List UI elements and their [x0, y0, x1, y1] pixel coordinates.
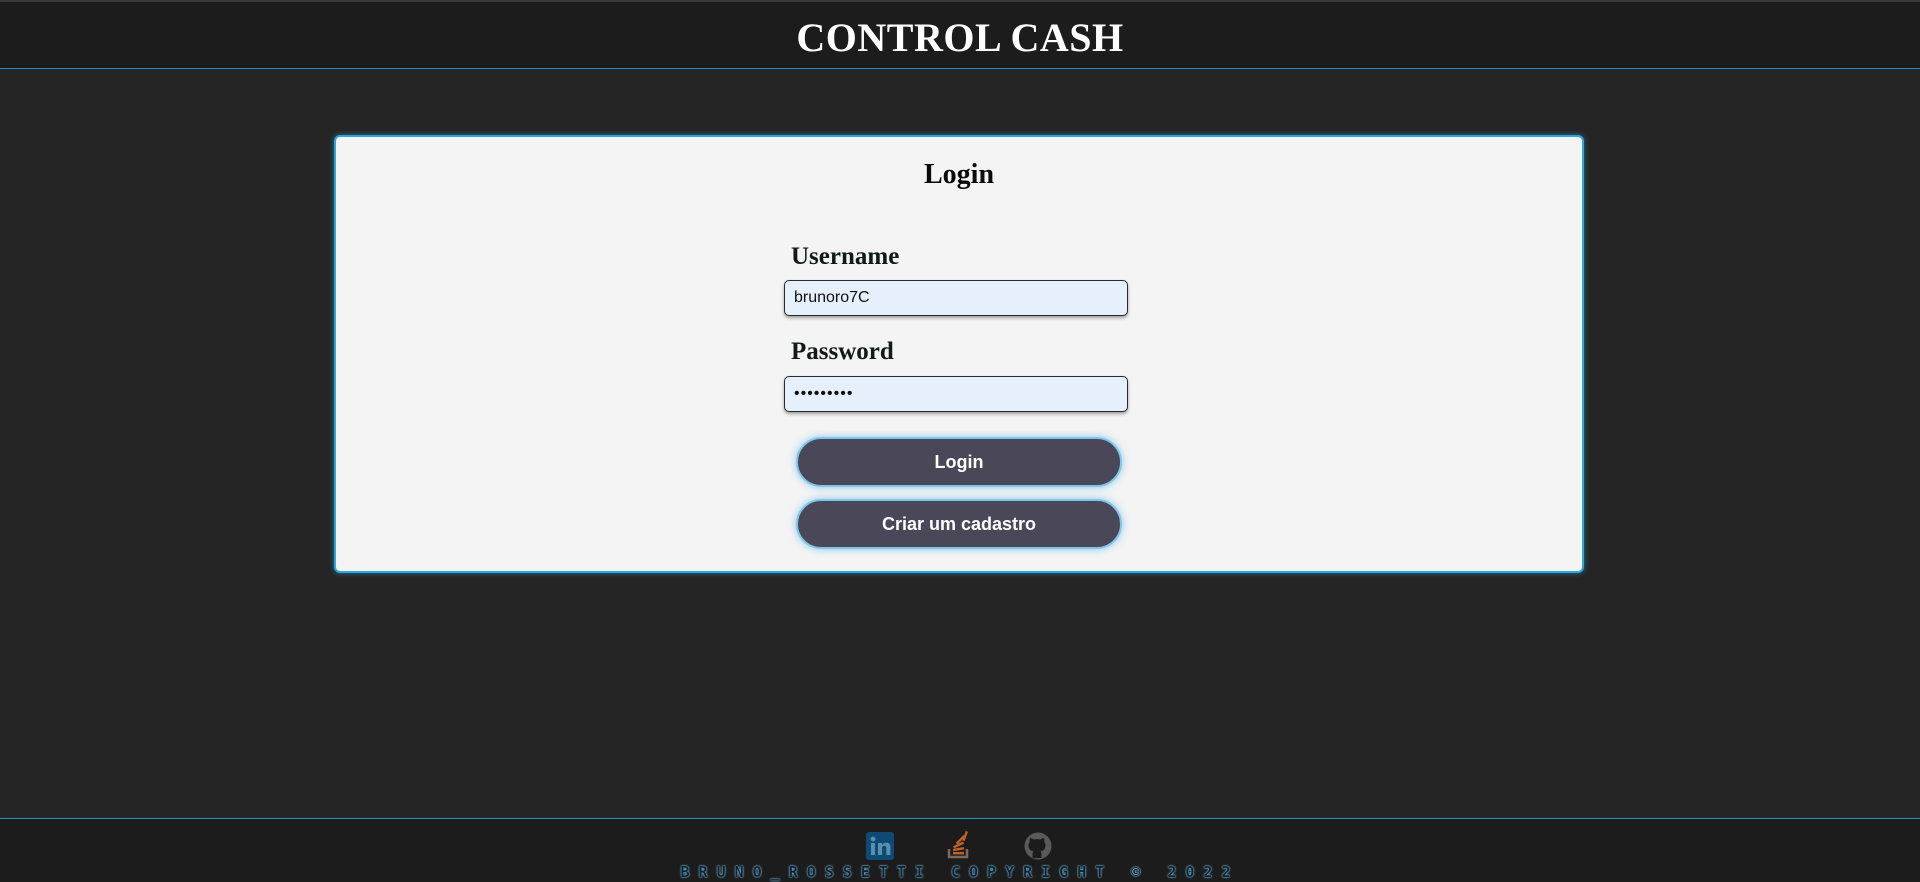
password-input[interactable]	[784, 376, 1128, 412]
username-label: Username	[791, 243, 900, 270]
password-label: Password	[791, 338, 894, 365]
login-button[interactable]: Login	[796, 437, 1122, 487]
top-bar: CONTROL CASH	[0, 0, 1920, 69]
copyright-text: BRUNO_ROSSETTI COPYRIGHT © 2022	[680, 863, 1240, 881]
username-input[interactable]	[784, 280, 1128, 316]
login-title: Login	[923, 159, 995, 190]
login-card: Login Username Password Login Criar um c…	[334, 135, 1584, 573]
footer: BRUNO_ROSSETTI COPYRIGHT © 2022	[0, 818, 1920, 882]
register-button[interactable]: Criar um cadastro	[796, 499, 1122, 549]
linkedin-icon[interactable]	[865, 831, 895, 861]
app-title: CONTROL CASH	[796, 15, 1124, 60]
github-icon[interactable]	[1023, 831, 1053, 861]
stackoverflow-icon[interactable]	[944, 830, 974, 861]
